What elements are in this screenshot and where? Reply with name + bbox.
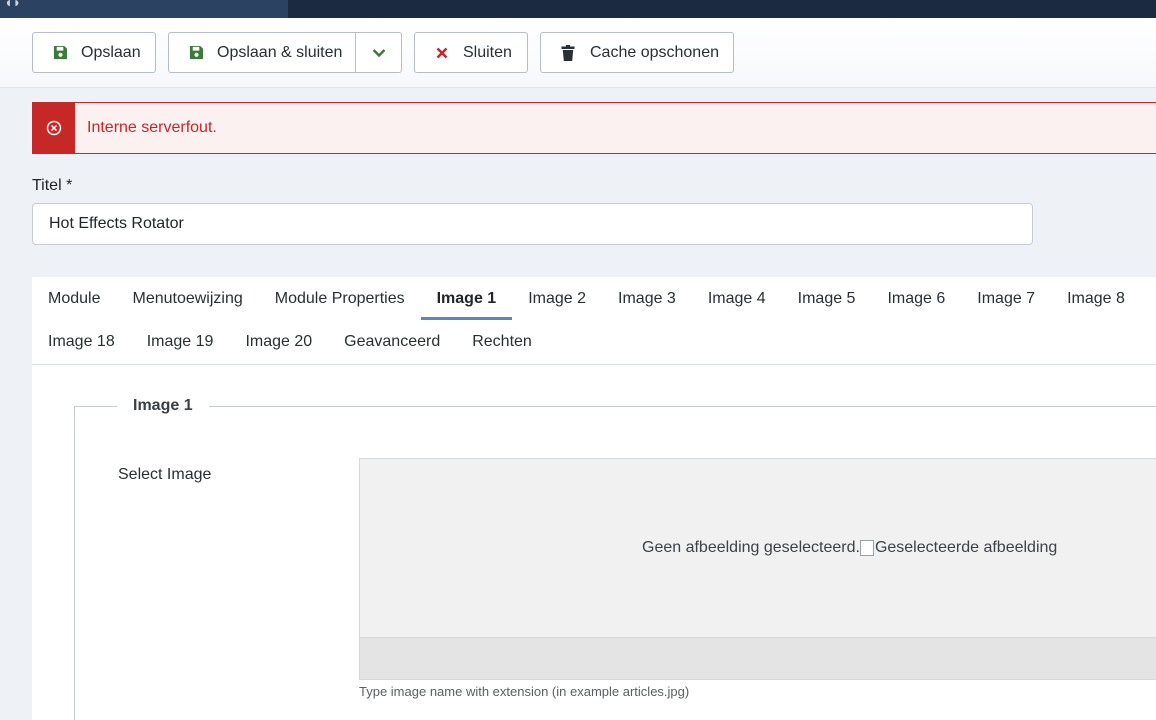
tab-image-8[interactable]: Image 8 — [1051, 277, 1141, 320]
title-input-value: Hot Effects Rotator — [49, 215, 184, 232]
floppy-disk-icon — [51, 44, 69, 62]
tab-permissions[interactable]: Rechten — [456, 320, 548, 363]
tab-image-6[interactable]: Image 6 — [871, 277, 961, 320]
image-preview[interactable]: Geen afbeelding geselecteerd. Geselectee… — [359, 458, 1156, 680]
brand-logo-icon[interactable]: ◖◗ — [4, 0, 21, 10]
tab-image-2[interactable]: Image 2 — [512, 277, 602, 320]
floppy-disk-icon — [187, 44, 205, 62]
tab-image-5[interactable]: Image 5 — [782, 277, 872, 320]
clear-cache-label: Cache opschonen — [590, 43, 719, 61]
image-1-fieldset: Image 1 Select Image Geen afbeelding ges… — [74, 397, 1156, 720]
tab-image-1[interactable]: Image 1 — [420, 277, 513, 320]
save-button-label: Opslaan — [81, 43, 141, 61]
tab-image-4[interactable]: Image 4 — [692, 277, 782, 320]
title-input[interactable]: Hot Effects Rotator — [32, 203, 1033, 245]
x-icon — [433, 44, 451, 62]
circle-x-icon — [46, 120, 61, 135]
select-image-label: Select Image — [118, 466, 212, 483]
save-button[interactable]: Opslaan — [32, 32, 156, 73]
tab-image-7[interactable]: Image 7 — [961, 277, 1051, 320]
no-image-selected-text: Geen afbeelding geselecteerd. — [642, 539, 860, 556]
top-navbar: ◖◗ — [0, 0, 1156, 18]
preview-text: Geen afbeelding geselecteerd. Geselectee… — [642, 539, 1057, 557]
tab-panel: Module Menutoewijzing Module Properties … — [32, 277, 1156, 720]
save-options-dropdown-toggle[interactable] — [355, 33, 402, 72]
chevron-down-icon — [372, 48, 386, 57]
tab-advanced[interactable]: Geavanceerd — [328, 320, 456, 363]
trash-icon — [559, 44, 577, 62]
clear-cache-button[interactable]: Cache opschonen — [540, 32, 734, 73]
selected-image-alt-text: Geselecteerde afbeelding — [874, 539, 1058, 556]
tab-row-2: Image 18 Image 19 Image 20 Geavanceerd R… — [32, 320, 548, 363]
tab-image-20[interactable]: Image 20 — [229, 320, 328, 363]
tab-image-3[interactable]: Image 3 — [602, 277, 692, 320]
title-label: Titel * — [32, 177, 73, 194]
image-path-bar[interactable] — [360, 637, 1156, 679]
alert-icon-area — [32, 101, 75, 154]
navbar-brand-area: ◖◗ — [0, 0, 288, 18]
tab-menu-assignment[interactable]: Menutoewijzing — [116, 277, 258, 320]
tab-image-19[interactable]: Image 19 — [131, 320, 230, 363]
selected-image: Geselecteerde afbeelding — [859, 539, 1058, 557]
toolbar: Opslaan Opslaan & sluiten Sluiten Cache … — [0, 18, 1156, 88]
close-button[interactable]: Sluiten — [414, 32, 528, 73]
alert-message: Interne serverfout. — [87, 119, 217, 136]
image-help-text: Type image name with extension (in examp… — [359, 684, 690, 699]
fieldset-legend: Image 1 — [117, 397, 209, 415]
tab-module[interactable]: Module — [32, 277, 116, 320]
save-and-close-button[interactable]: Opslaan & sluiten — [168, 32, 402, 73]
tab-row-1: Module Menutoewijzing Module Properties … — [32, 277, 1141, 320]
tabs-divider — [32, 364, 1156, 365]
close-button-label: Sluiten — [463, 43, 512, 61]
tab-image-18[interactable]: Image 18 — [32, 320, 131, 363]
broken-image-icon — [859, 540, 874, 556]
save-and-close-label: Opslaan & sluiten — [217, 43, 343, 61]
error-alert: Interne serverfout. — [32, 101, 1156, 154]
tab-module-properties[interactable]: Module Properties — [259, 277, 421, 320]
